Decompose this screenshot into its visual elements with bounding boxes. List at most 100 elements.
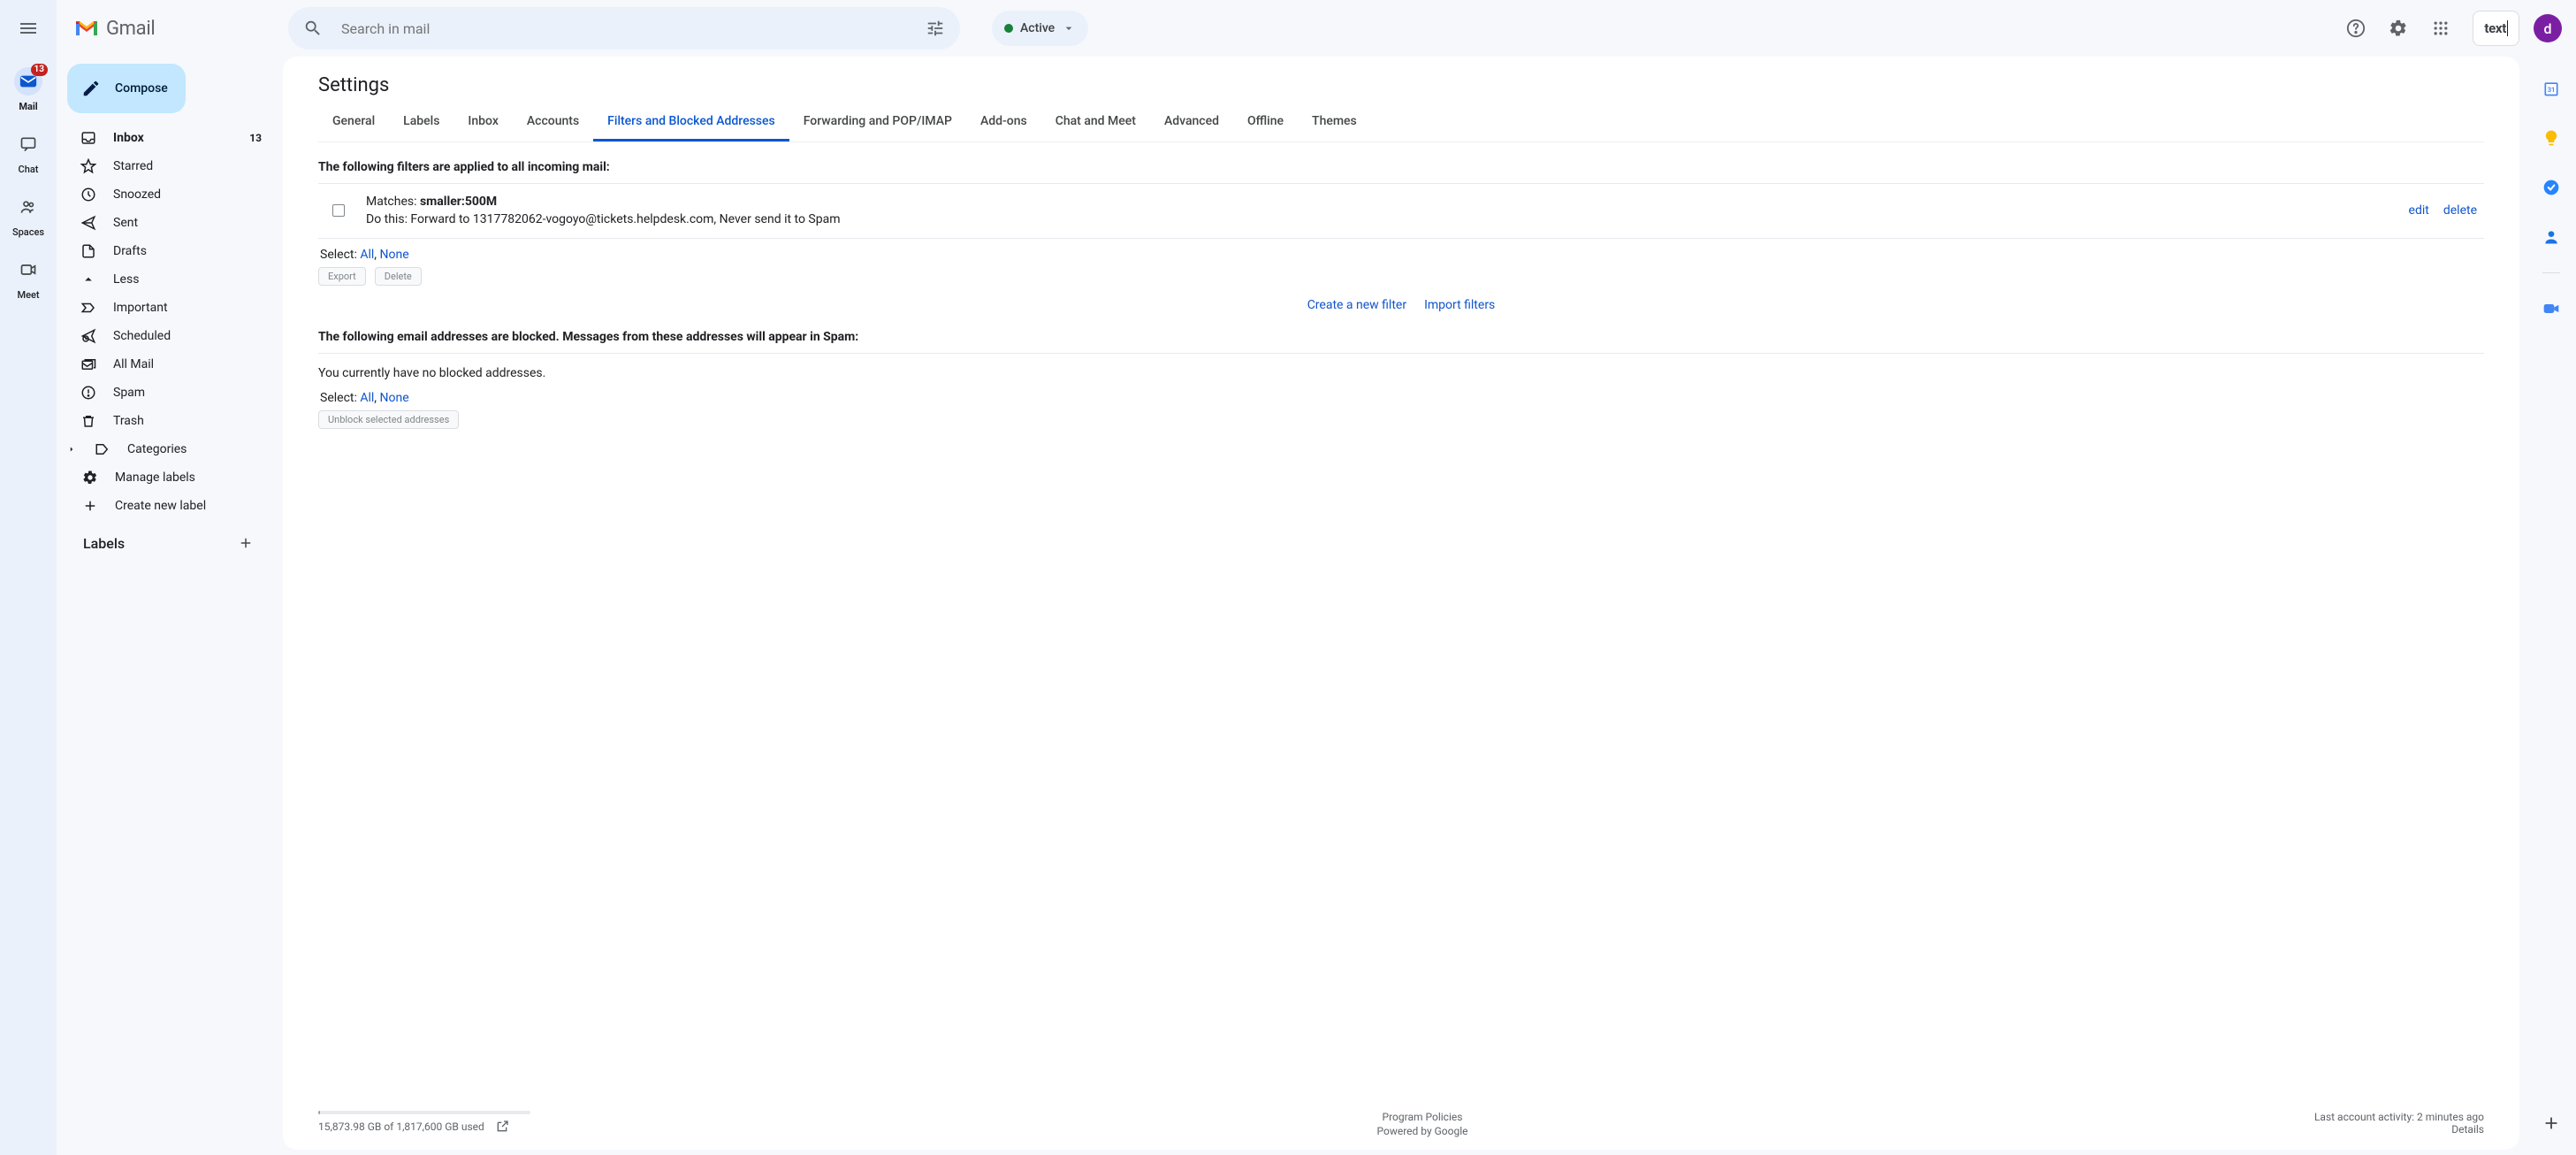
hamburger-icon bbox=[18, 18, 39, 39]
search-input[interactable] bbox=[334, 20, 914, 37]
video-icon bbox=[2542, 300, 2560, 317]
pencil-icon bbox=[81, 79, 101, 98]
spaces-icon bbox=[19, 198, 37, 216]
nav-rail: 13 Mail Chat Spaces Meet bbox=[0, 0, 57, 1155]
tab-accounts[interactable]: Accounts bbox=[513, 103, 593, 142]
chevron-down-icon bbox=[1062, 21, 1076, 35]
delete-filters-button[interactable]: Delete bbox=[375, 267, 422, 286]
page-title: Settings bbox=[318, 74, 2484, 96]
compose-button[interactable]: Compose bbox=[67, 64, 186, 113]
support-button[interactable] bbox=[2338, 11, 2374, 46]
filter-delete-link[interactable]: delete bbox=[2443, 203, 2477, 218]
tab-filters[interactable]: Filters and Blocked Addresses bbox=[593, 103, 789, 142]
tab-inbox[interactable]: Inbox bbox=[453, 103, 512, 142]
powered-by: Powered by Google bbox=[1376, 1125, 1467, 1137]
details-link[interactable]: Details bbox=[2451, 1123, 2484, 1136]
settings-panel: Settings General Labels Inbox Accounts F… bbox=[283, 57, 2519, 1150]
open-in-new-icon[interactable] bbox=[495, 1120, 509, 1134]
contacts-addon[interactable] bbox=[2534, 219, 2569, 255]
status-chip[interactable]: Active bbox=[992, 11, 1088, 46]
sidebar-item-sent[interactable]: Sent bbox=[64, 209, 272, 237]
sidebar-item-allmail[interactable]: All Mail bbox=[64, 350, 272, 379]
apps-button[interactable] bbox=[2423, 11, 2458, 46]
unblock-button[interactable]: Unblock selected addresses bbox=[318, 410, 459, 429]
filter-checkbox[interactable] bbox=[332, 204, 345, 217]
tab-labels[interactable]: Labels bbox=[389, 103, 453, 142]
tasks-addon[interactable] bbox=[2534, 170, 2569, 205]
last-activity: Last account activity: 2 minutes ago bbox=[2314, 1111, 2484, 1123]
sidebar-item-inbox[interactable]: Inbox13 bbox=[64, 124, 272, 152]
sidebar-item-starred[interactable]: Starred bbox=[64, 152, 272, 180]
tab-forwarding[interactable]: Forwarding and POP/IMAP bbox=[789, 103, 966, 142]
logo[interactable]: Gmail bbox=[67, 18, 278, 40]
tune-icon bbox=[926, 19, 945, 38]
filter-edit-link[interactable]: edit bbox=[2409, 203, 2429, 218]
categories-icon bbox=[94, 441, 111, 457]
tab-chat-meet[interactable]: Chat and Meet bbox=[1041, 103, 1150, 142]
no-blocked-text: You currently have no blocked addresses. bbox=[318, 366, 2484, 380]
logo-text: Gmail bbox=[106, 18, 155, 40]
draft-icon bbox=[80, 243, 97, 259]
status-dot-icon bbox=[1004, 24, 1013, 33]
header-text-value: text bbox=[2484, 20, 2506, 36]
meet-icon bbox=[19, 261, 37, 279]
tab-advanced[interactable]: Advanced bbox=[1150, 103, 1233, 142]
status-label: Active bbox=[1020, 21, 1055, 35]
storage-progress bbox=[318, 1111, 530, 1114]
video-addon[interactable] bbox=[2534, 291, 2569, 326]
nav-spaces[interactable]: Spaces bbox=[0, 186, 57, 245]
search-options-button[interactable] bbox=[918, 11, 953, 46]
footer: 15,873.98 GB of 1,817,600 GB used Progra… bbox=[283, 1104, 2519, 1150]
nav-meet[interactable]: Meet bbox=[0, 249, 57, 308]
contacts-icon bbox=[2542, 228, 2560, 246]
calendar-addon[interactable]: 31 bbox=[2534, 71, 2569, 106]
select-all-filters[interactable]: All bbox=[360, 248, 374, 262]
header-text-input[interactable]: text bbox=[2473, 11, 2519, 46]
sidebar-item-scheduled[interactable]: Scheduled bbox=[64, 322, 272, 350]
apps-icon bbox=[2432, 19, 2450, 37]
search-button[interactable] bbox=[295, 11, 331, 46]
nav-meet-label: Meet bbox=[17, 289, 39, 301]
scheduled-icon bbox=[80, 328, 97, 344]
select-all-blocked[interactable]: All bbox=[360, 391, 374, 405]
nav-chat[interactable]: Chat bbox=[0, 123, 57, 182]
spam-icon bbox=[80, 385, 97, 401]
tab-offline[interactable]: Offline bbox=[1233, 103, 1298, 142]
sidebar-item-trash[interactable]: Trash bbox=[64, 407, 272, 435]
sidebar-item-drafts[interactable]: Drafts bbox=[64, 237, 272, 265]
select-none-filters[interactable]: None bbox=[380, 248, 409, 262]
sidebar-item-categories[interactable]: Categories bbox=[64, 435, 272, 463]
header: Gmail Active text d bbox=[57, 0, 2576, 57]
get-addons-button[interactable] bbox=[2534, 1105, 2569, 1141]
main-menu-button[interactable] bbox=[7, 7, 50, 50]
chevron-up-icon bbox=[80, 272, 97, 287]
tasks-icon bbox=[2542, 179, 2560, 196]
tab-addons[interactable]: Add-ons bbox=[966, 103, 1041, 142]
add-label-button[interactable] bbox=[233, 531, 258, 555]
sidebar-item-manage-labels[interactable]: Manage labels bbox=[64, 463, 272, 492]
caret-right-icon bbox=[67, 445, 76, 454]
create-filter-link[interactable]: Create a new filter bbox=[1307, 298, 1406, 312]
search-bar[interactable] bbox=[288, 7, 960, 50]
program-policies-link[interactable]: Program Policies bbox=[1383, 1111, 1463, 1123]
settings-button[interactable] bbox=[2381, 11, 2416, 46]
sidebar-item-less[interactable]: Less bbox=[64, 265, 272, 294]
mail-badge: 13 bbox=[31, 64, 48, 76]
sidebar-item-important[interactable]: Important bbox=[64, 294, 272, 322]
compose-label: Compose bbox=[115, 81, 168, 96]
import-filters-link[interactable]: Import filters bbox=[1424, 298, 1495, 312]
keep-addon[interactable] bbox=[2534, 120, 2569, 156]
sidebar-item-create-label[interactable]: Create new label bbox=[64, 492, 272, 520]
nav-mail[interactable]: 13 Mail bbox=[0, 60, 57, 119]
tab-themes[interactable]: Themes bbox=[1298, 103, 1371, 142]
tab-general[interactable]: General bbox=[318, 103, 389, 142]
export-button[interactable]: Export bbox=[318, 267, 366, 286]
blocked-select-row: Select: All, None bbox=[320, 391, 2484, 405]
sidebar-item-spam[interactable]: Spam bbox=[64, 379, 272, 407]
nav-mail-label: Mail bbox=[19, 101, 37, 112]
filters-intro: The following filters are applied to all… bbox=[318, 160, 2484, 174]
sidebar-item-snoozed[interactable]: Snoozed bbox=[64, 180, 272, 209]
select-none-blocked[interactable]: None bbox=[380, 391, 409, 405]
account-avatar[interactable]: d bbox=[2534, 14, 2562, 42]
keep-icon bbox=[2542, 129, 2560, 147]
